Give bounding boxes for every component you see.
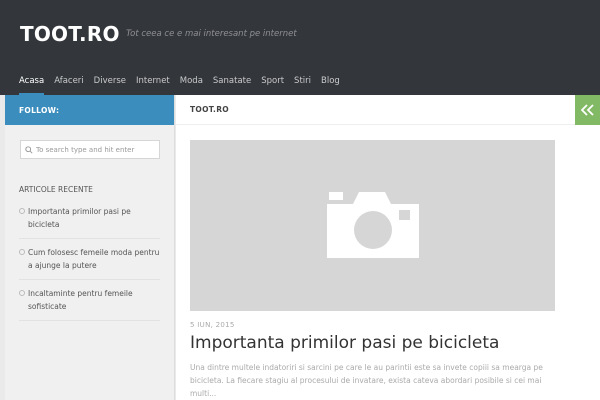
list-item: Incaltaminte pentru femeile sofisticate xyxy=(19,280,160,321)
double-chevron-left-icon xyxy=(580,104,594,116)
nav-item-afaceri[interactable]: Afaceri xyxy=(49,69,88,95)
list-item: Cum folosesc femeile moda pentru a ajung… xyxy=(19,239,160,280)
recent-article-link[interactable]: Importanta primilor pasi pe bicicleta xyxy=(28,205,160,231)
recent-articles-title: ARTICOLE RECENTE xyxy=(19,185,93,194)
search-field[interactable] xyxy=(20,140,160,159)
nav-item-diverse[interactable]: Diverse xyxy=(89,69,131,95)
nav-item-moda[interactable]: Moda xyxy=(175,69,208,95)
nav-item-blog[interactable]: Blog xyxy=(316,69,345,95)
site-header: TOOT.RO Tot ceea ce e mai interesant pe … xyxy=(0,0,600,95)
sidebar-toggle-button[interactable] xyxy=(575,95,600,125)
post-title-link[interactable]: Importanta primilor pasi pe bicicleta xyxy=(190,333,499,353)
search-icon xyxy=(25,145,33,154)
nav-item-sanatate[interactable]: Sanatate xyxy=(208,69,256,95)
post-excerpt: Una dintre multele indatoriri si sarcini… xyxy=(190,363,543,398)
recent-articles-list: Importanta primilor pasi pe bicicleta Cu… xyxy=(19,198,160,321)
follow-bar: FOLLOW: xyxy=(5,95,174,125)
camera-icon xyxy=(327,192,419,258)
recent-article-link[interactable]: Cum folosesc femeile moda pentru a ajung… xyxy=(28,246,160,272)
search-input[interactable] xyxy=(33,145,153,154)
bullet-icon xyxy=(19,290,25,296)
post-date: 5 IUN, 2015 xyxy=(190,321,235,329)
recent-article-link[interactable]: Incaltaminte pentru femeile sofisticate xyxy=(28,287,160,313)
nav-item-internet[interactable]: Internet xyxy=(131,69,175,95)
nav-item-sport[interactable]: Sport xyxy=(256,69,289,95)
nav-item-acasa[interactable]: Acasa xyxy=(14,69,49,95)
post-thumbnail[interactable] xyxy=(190,140,555,311)
site-tagline: Tot ceea ce e mai interesant pe internet xyxy=(126,29,297,39)
list-item: Importanta primilor pasi pe bicicleta xyxy=(19,198,160,239)
sidebar: FOLLOW: ARTICOLE RECENTE Importanta prim… xyxy=(5,95,175,400)
bullet-icon xyxy=(19,249,25,255)
site-logo[interactable]: TOOT.RO xyxy=(20,22,120,46)
nav-item-stiri[interactable]: Stiri xyxy=(289,69,316,95)
main-nav: Acasa Afaceri Diverse Internet Moda Sana… xyxy=(0,69,345,95)
bullet-icon xyxy=(19,208,25,214)
page-title: TOOT.RO xyxy=(176,95,600,125)
main-content: TOOT.RO 5 IUN, 2015 Importanta primilor … xyxy=(176,95,600,400)
